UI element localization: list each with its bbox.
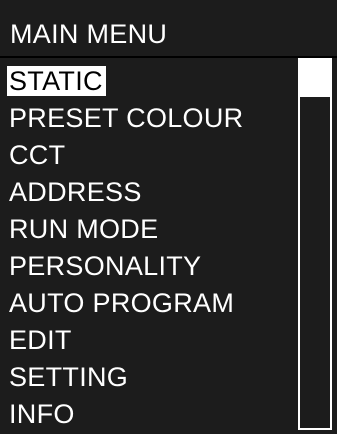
menu-item-edit[interactable]: EDIT xyxy=(7,323,246,360)
menu-item-run-mode[interactable]: RUN MODE xyxy=(7,212,246,249)
menu-item-label: STATIC xyxy=(7,66,106,96)
menu-item-label: ADDRESS xyxy=(9,177,142,207)
menu-item-static[interactable]: STATIC xyxy=(7,64,246,101)
menu-item-label: PERSONALITY xyxy=(9,251,202,281)
menu-title: MAIN MENU xyxy=(10,19,168,49)
menu-item-auto-program[interactable]: AUTO PROGRAM xyxy=(7,286,246,323)
menu-item-label: CCT xyxy=(9,140,66,170)
menu-item-label: RUN MODE xyxy=(9,214,159,244)
menu-item-cct[interactable]: CCT xyxy=(7,138,246,175)
menu-item-label: AUTO PROGRAM xyxy=(9,288,235,318)
title-divider xyxy=(0,56,337,58)
scrollbar-thumb[interactable] xyxy=(300,60,330,97)
main-menu-list: STATIC PRESET COLOUR CCT ADDRESS RUN MOD… xyxy=(7,64,246,434)
menu-item-info[interactable]: INFO xyxy=(7,397,246,434)
lcd-screen: MAIN MENU STATIC PRESET COLOUR CCT ADDRE… xyxy=(0,0,337,434)
menu-item-label: INFO xyxy=(9,399,75,429)
menu-item-preset-colour[interactable]: PRESET COLOUR xyxy=(7,101,246,138)
menu-item-label: PRESET COLOUR xyxy=(9,103,244,133)
menu-item-label: SETTING xyxy=(9,362,129,392)
menu-item-personality[interactable]: PERSONALITY xyxy=(7,249,246,286)
menu-item-address[interactable]: ADDRESS xyxy=(7,175,246,212)
menu-item-setting[interactable]: SETTING xyxy=(7,360,246,397)
menu-item-label: EDIT xyxy=(9,325,72,355)
menu-scrollbar[interactable] xyxy=(298,58,332,430)
